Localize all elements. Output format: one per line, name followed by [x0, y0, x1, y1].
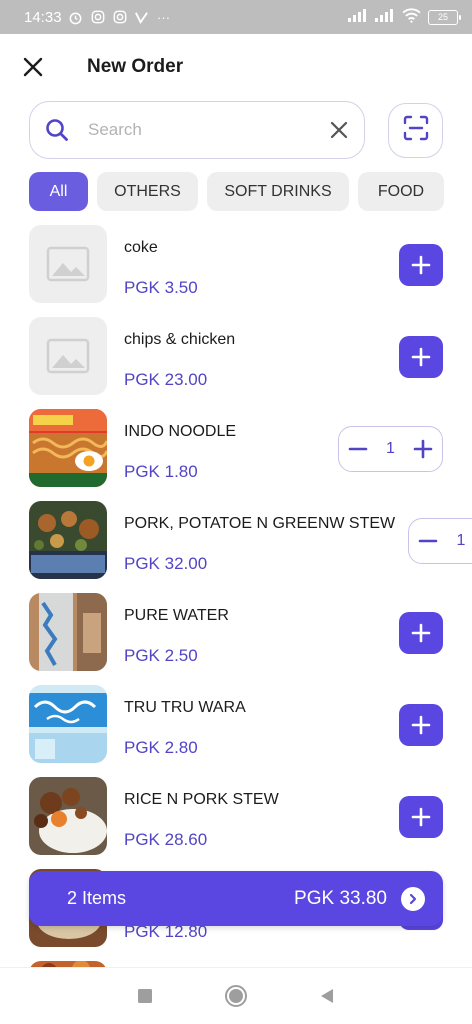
add-to-cart-button[interactable]	[399, 336, 443, 378]
product-price: PGK 1.80	[124, 462, 198, 481]
more-notifications-icon: ···	[157, 9, 171, 25]
minus-icon	[418, 539, 438, 543]
product-image-rice	[29, 777, 107, 855]
product-row[interactable]: TRU TRU WARA PGK 2.80	[0, 685, 472, 765]
product-row[interactable]: PURE WATER PGK 2.50	[0, 593, 472, 673]
scan-icon	[403, 115, 429, 146]
search-input[interactable]	[88, 120, 328, 140]
decrement-button[interactable]	[409, 519, 447, 563]
add-to-cart-button[interactable]	[399, 244, 443, 286]
plus-icon	[413, 439, 433, 459]
product-price: PGK 32.00	[124, 554, 208, 573]
chip-food[interactable]: FOOD	[358, 172, 444, 211]
instagram-icon	[90, 9, 106, 25]
signal-icon	[348, 8, 368, 26]
increment-button[interactable]	[404, 427, 442, 471]
product-image-wara	[29, 685, 107, 763]
home-button[interactable]	[221, 981, 251, 1011]
image-icon	[46, 246, 90, 282]
image-icon	[46, 338, 90, 374]
plus-icon	[411, 347, 431, 367]
viber-icon	[134, 9, 150, 25]
chip-soft-drinks[interactable]: SOFT DRINKS	[207, 172, 349, 211]
plus-icon	[411, 807, 431, 827]
product-price: PGK 2.80	[124, 738, 198, 757]
cart-item-count: 2 Items	[67, 888, 127, 908]
status-bar: 14:33 ··· 25	[0, 0, 472, 34]
decrement-button[interactable]	[339, 427, 377, 471]
status-time: 14:33	[24, 8, 62, 26]
chevron-right-icon	[401, 886, 425, 911]
battery-level: 25	[437, 12, 448, 22]
search-box[interactable]	[29, 101, 365, 159]
wifi-icon	[402, 7, 421, 27]
chip-all[interactable]: All	[29, 172, 88, 211]
system-nav-bar	[0, 967, 472, 1024]
product-price: PGK 23.00	[124, 370, 208, 389]
page-title: New Order	[87, 56, 184, 77]
quantity-value: 1	[386, 440, 395, 457]
add-to-cart-button[interactable]	[399, 612, 443, 654]
back-button[interactable]	[312, 981, 342, 1011]
square-icon	[138, 989, 153, 1003]
product-name: INDO NOODLE	[124, 423, 237, 440]
cart-total: PGK 33.80	[294, 887, 387, 909]
product-name: coke	[124, 239, 158, 256]
add-to-cart-button[interactable]	[399, 704, 443, 746]
minus-icon	[348, 447, 368, 451]
battery-icon: 25	[428, 9, 461, 25]
product-row[interactable]: coke PGK 3.50	[0, 225, 472, 305]
product-image-placeholder	[29, 317, 107, 395]
product-list: coke PGK 3.50 chips & chicken PGK 23.00	[0, 222, 472, 967]
close-icon[interactable]	[22, 56, 44, 78]
signal-icon-2	[375, 8, 395, 26]
quantity-stepper[interactable]: 1	[408, 518, 472, 564]
product-name: PURE WATER	[124, 607, 229, 624]
product-price: PGK 2.50	[124, 646, 198, 665]
category-chips: All OTHERS SOFT DRINKS FOOD	[29, 172, 444, 211]
product-name: TRU TRU WARA	[124, 699, 246, 716]
instagram-icon-2	[112, 9, 128, 25]
product-row[interactable]: PORK, POTATOE N GREENW STEW PGK 32.00 1	[0, 501, 472, 581]
product-name: PORK, POTATOE N GREENW STEW	[124, 515, 396, 532]
product-price: PGK 3.50	[124, 278, 198, 297]
add-to-cart-button[interactable]	[399, 796, 443, 838]
product-row[interactable]: chips & chicken PGK 23.00	[0, 317, 472, 397]
plus-icon	[411, 255, 431, 275]
product-name: RICE N PORK STEW	[124, 791, 279, 808]
quantity-stepper[interactable]: 1	[338, 426, 443, 472]
product-image-stew	[29, 501, 107, 579]
product-image-noodles	[29, 409, 107, 487]
alarm-icon	[68, 9, 84, 25]
product-price: PGK 28.60	[124, 830, 208, 849]
product-row[interactable]: INDO NOODLE PGK 1.80 1	[0, 409, 472, 489]
scan-barcode-button[interactable]	[388, 103, 443, 158]
chip-others[interactable]: OTHERS	[97, 172, 198, 211]
app-header: New Order	[0, 34, 472, 100]
plus-icon	[411, 623, 431, 643]
product-row[interactable]: RICE N PORK STEW PGK 28.60	[0, 777, 472, 857]
triangle-back-icon	[320, 989, 333, 1003]
product-image-placeholder	[29, 225, 107, 303]
recents-button[interactable]	[130, 981, 160, 1011]
cart-summary-button[interactable]: 2 Items PGK 33.80	[29, 871, 443, 926]
product-name: chips & chicken	[124, 331, 236, 348]
circle-icon	[224, 985, 247, 1007]
plus-icon	[411, 715, 431, 735]
quantity-value: 1	[456, 532, 466, 549]
product-image-water	[29, 593, 107, 671]
clear-search-icon[interactable]	[328, 119, 350, 141]
search-icon	[44, 117, 70, 143]
